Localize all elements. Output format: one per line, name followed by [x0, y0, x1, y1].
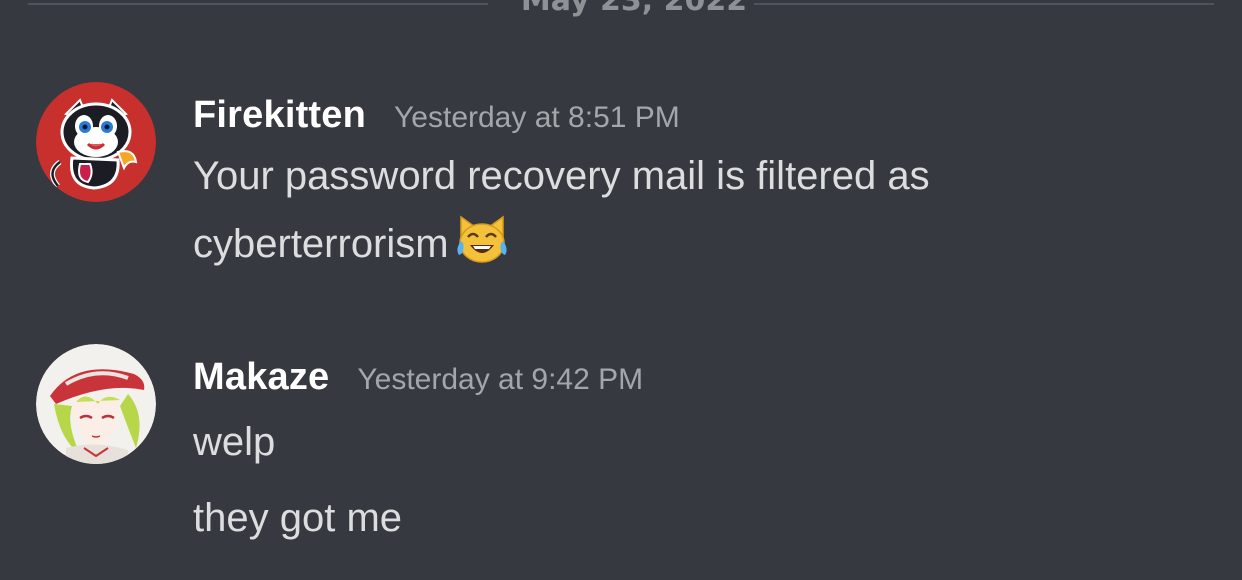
divider-line-left — [28, 3, 488, 5]
timestamp: Yesterday at 8:51 PM — [394, 101, 680, 134]
message-header: Makaze Yesterday at 9:42 PM — [193, 356, 1222, 404]
joy-cat-icon[interactable] — [455, 215, 509, 265]
message-text-line: they got me — [193, 496, 403, 540]
avatar[interactable] — [36, 344, 156, 464]
message-text: welp — [193, 404, 1222, 480]
message-text: Your password recovery mail is filtered … — [193, 142, 1222, 210]
message-text-line: welp — [193, 420, 276, 464]
anime-character-avatar-icon — [36, 344, 156, 464]
username[interactable]: Makaze — [193, 356, 329, 399]
message-content: Makaze Yesterday at 9:42 PM welp they go… — [193, 356, 1222, 556]
message-text-line: cyberterrorism — [193, 222, 449, 266]
chat-view: May 23, 2022 Firekitten Yesterday at 8:5… — [0, 0, 1242, 580]
date-divider-label: May 23, 2022 — [520, 0, 748, 18]
avatar[interactable] — [36, 82, 156, 202]
message-text-line: Your password recovery mail is filtered … — [193, 154, 930, 198]
divider-line-right — [754, 3, 1214, 5]
username[interactable]: Firekitten — [193, 94, 366, 137]
message-text: cyberterrorism — [193, 210, 1222, 278]
timestamp: Yesterday at 9:42 PM — [357, 363, 644, 396]
message-text: they got me — [193, 480, 1222, 556]
message-header: Firekitten Yesterday at 8:51 PM — [193, 94, 1222, 142]
message-content: Firekitten Yesterday at 8:51 PM Your pas… — [193, 94, 1222, 278]
date-divider: May 23, 2022 — [28, 0, 1214, 16]
cat-avatar-icon — [36, 82, 156, 202]
